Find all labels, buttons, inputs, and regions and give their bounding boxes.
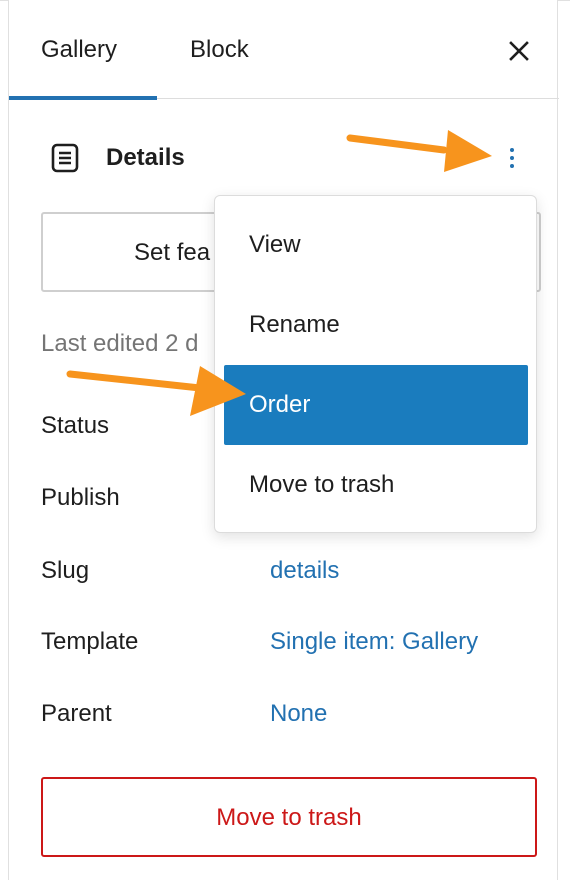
status-label: Status (41, 412, 110, 439)
parent-label: Parent (41, 700, 112, 727)
tab-gallery[interactable]: Gallery (41, 36, 117, 64)
more-options-menu: View Rename Order Move to trash (214, 195, 537, 533)
details-title: Details (106, 144, 185, 171)
sidebar-tabs: Gallery Block (9, 0, 559, 100)
menu-item-view[interactable]: View (224, 205, 528, 285)
close-button[interactable] (499, 31, 539, 71)
close-icon (509, 41, 529, 61)
menu-item-order[interactable]: Order (224, 365, 528, 445)
last-edited-text: Last edited 2 d (41, 330, 199, 357)
template-label: Template (41, 628, 139, 655)
parent-value-link[interactable]: None (270, 700, 327, 728)
template-value-link[interactable]: Single item: Gallery (270, 628, 478, 656)
more-options-button[interactable] (499, 138, 525, 178)
details-header: Details (9, 130, 559, 186)
tab-block[interactable]: Block (190, 36, 249, 64)
slug-label: Slug (41, 557, 90, 584)
publish-label: Publish (41, 484, 120, 511)
menu-item-rename[interactable]: Rename (224, 285, 528, 365)
move-to-trash-button[interactable]: Move to trash (41, 777, 537, 857)
slug-value-link[interactable]: details (270, 557, 339, 585)
menu-item-move-to-trash[interactable]: Move to trash (224, 445, 528, 525)
active-tab-indicator (9, 96, 157, 100)
document-icon (51, 143, 79, 173)
